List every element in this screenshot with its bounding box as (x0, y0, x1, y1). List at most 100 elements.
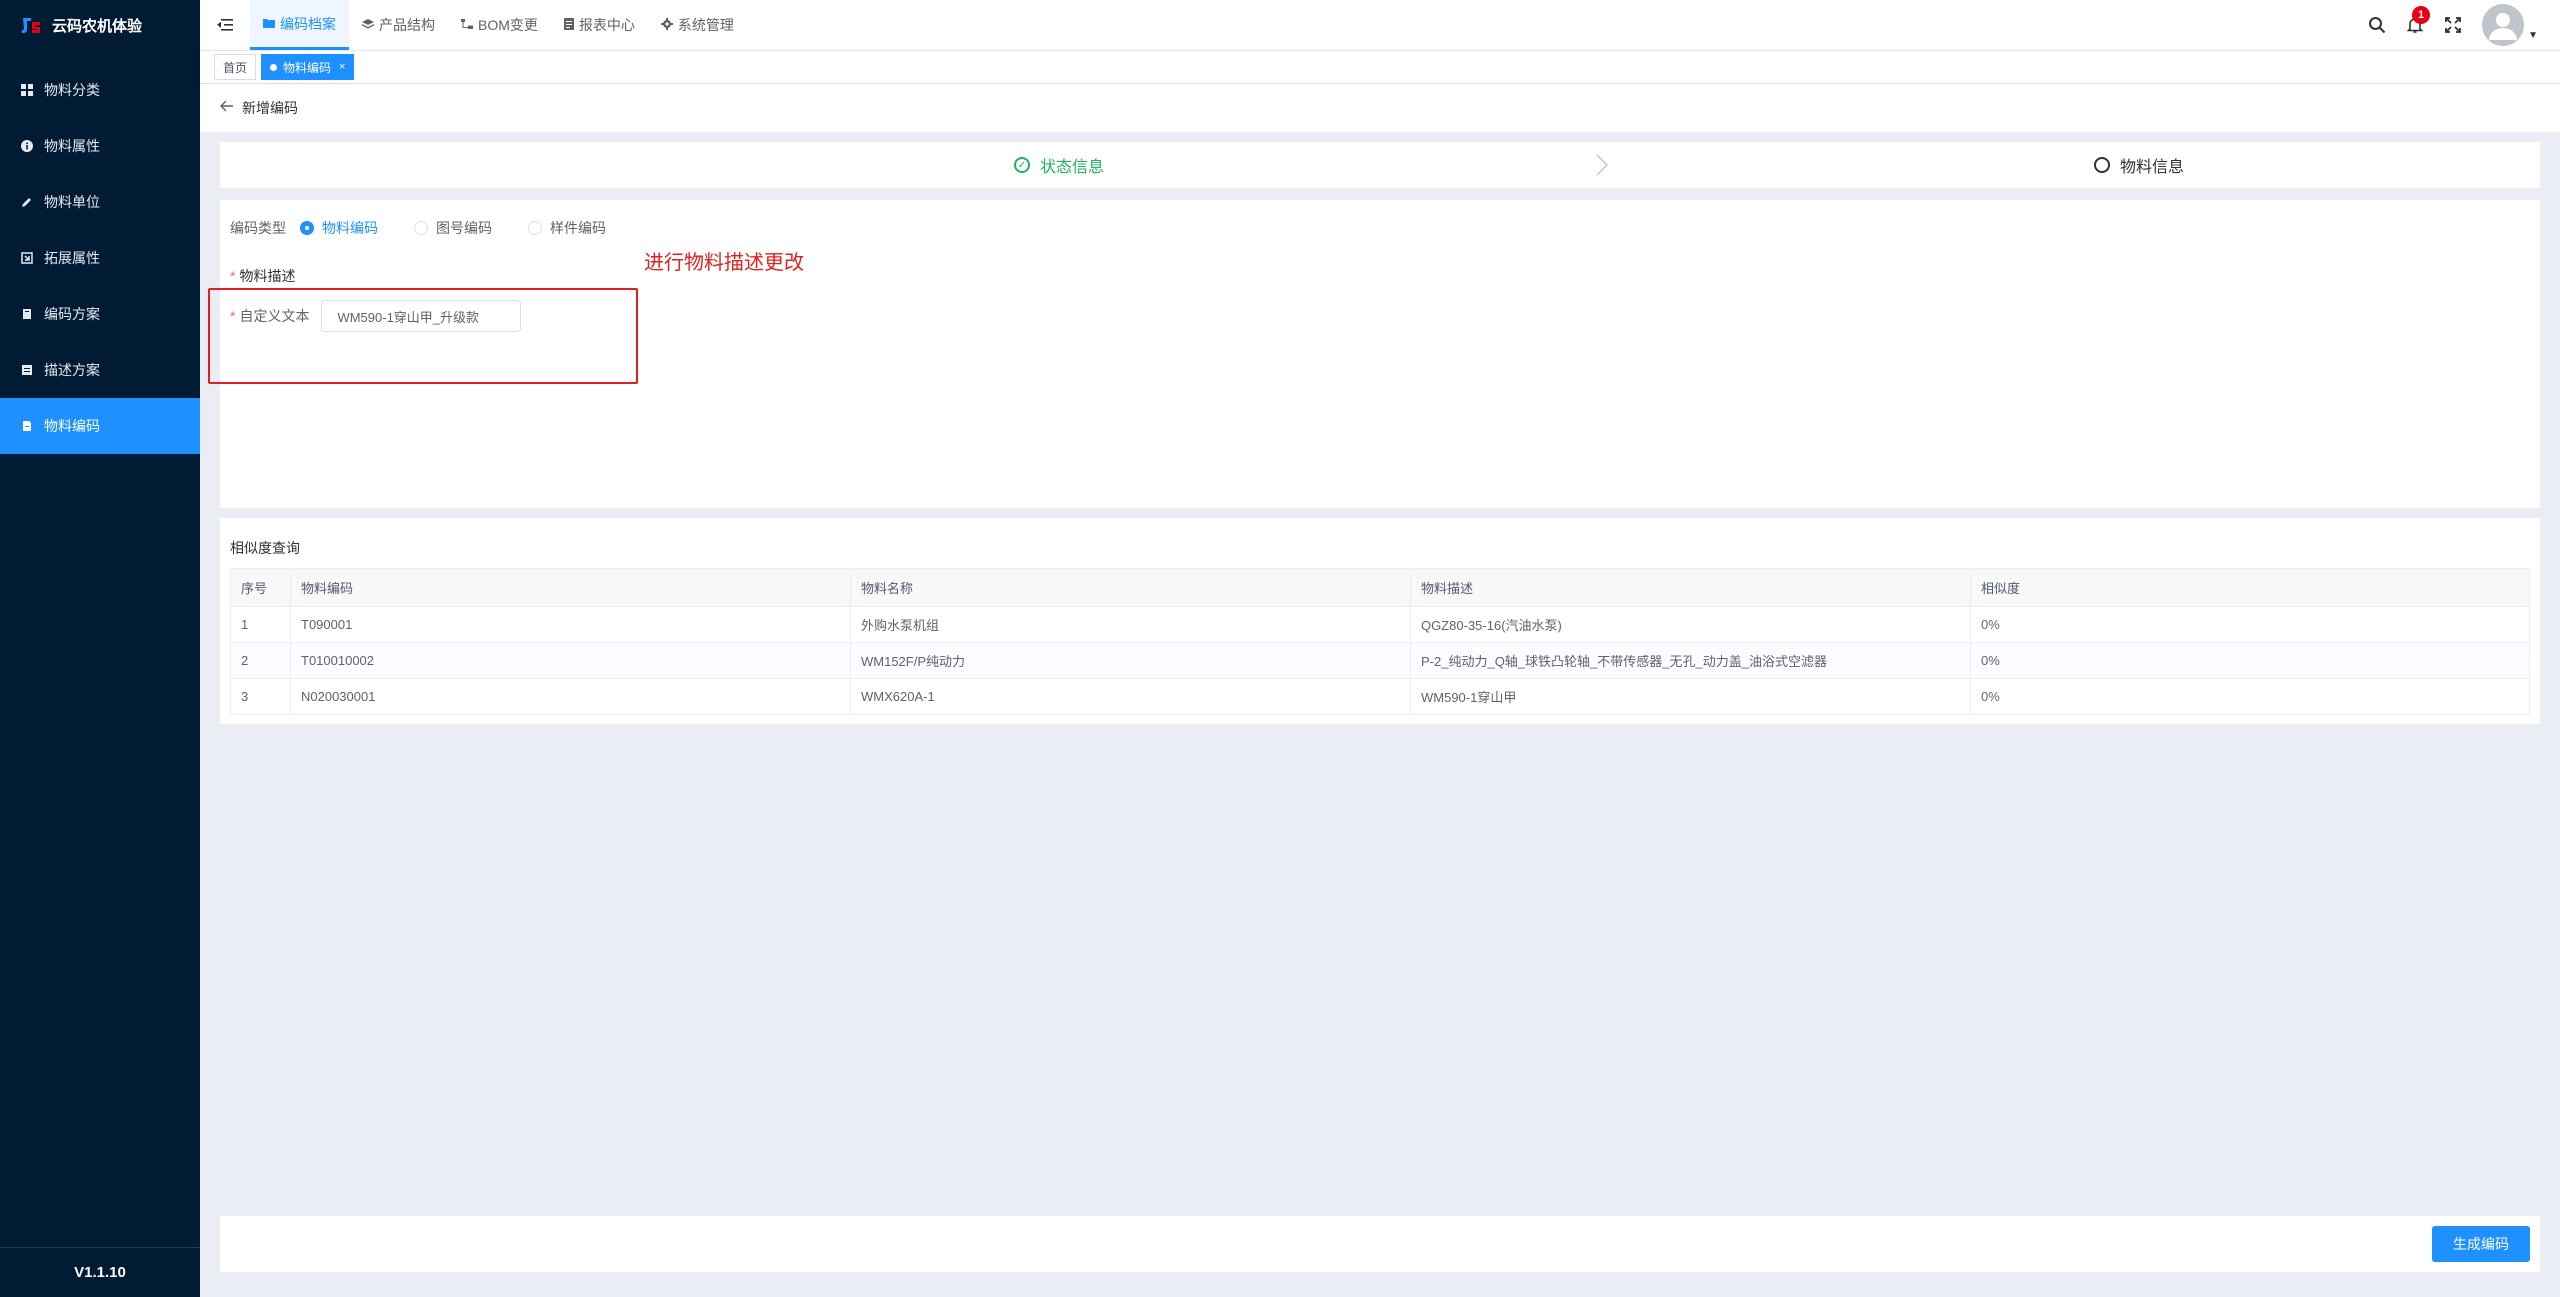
table-cell: 3 (230, 678, 291, 715)
similarity-card: 相似度查询 序号 物料编码 物料名称 物料描述 相似度 1 T090001 外购… (220, 518, 2540, 724)
app-logo[interactable]: 云码农机体验 (0, 0, 200, 50)
fullscreen-icon (2445, 17, 2461, 33)
step-material-info[interactable]: 物料信息 (2094, 142, 2184, 188)
sidebar-item-label: 拓展属性 (44, 250, 100, 266)
layers-icon (362, 18, 374, 32)
table-cell: 2 (230, 642, 291, 679)
top-nav: 编码档案 产品结构 BOM变更 报表中心 系统管理 (250, 0, 747, 50)
tree-icon (461, 18, 473, 32)
generate-code-button[interactable]: 生成编码 (2432, 1226, 2530, 1262)
table-cell: WMX620A-1 (850, 678, 1411, 715)
topnav-product-structure[interactable]: 产品结构 (349, 0, 448, 50)
doc-icon (20, 307, 34, 321)
step-status-info[interactable]: ✓ 状态信息 (1014, 142, 1104, 188)
sidebar-menu: 物料分类 物料属性 物料单位 拓展属性 编码方案 描述方案 物料编码 (0, 62, 200, 454)
close-icon[interactable]: × (339, 61, 345, 73)
topnav-label: 系统管理 (677, 17, 734, 33)
sidebar-item-material-unit[interactable]: 物料单位 (0, 174, 200, 230)
notification-button[interactable]: 1 (2396, 0, 2434, 50)
table-cell: T090001 (290, 606, 851, 643)
sidebar: 云码农机体验 物料分类 物料属性 物料单位 拓展属性 编码方案 描述方案 物料编… (0, 0, 200, 1297)
column-header: 序号 (230, 568, 291, 607)
avatar[interactable] (2482, 4, 2525, 46)
table-row[interactable]: 3 N020030001 WMX620A-1 WM590-1穿山甲 0% (230, 678, 2530, 715)
fullscreen-button[interactable] (2434, 0, 2472, 50)
folder-icon (263, 17, 275, 31)
annotation-text: 进行物料描述更改 (644, 252, 804, 274)
topnav-report-center[interactable]: 报表中心 (551, 0, 648, 50)
radio-sample-code[interactable]: 样件编码 (528, 218, 606, 238)
topnav-coding-archive[interactable]: 编码档案 (250, 0, 349, 50)
sidebar-item-description-scheme[interactable]: 描述方案 (0, 342, 200, 398)
search-button[interactable] (2358, 0, 2396, 50)
table-row[interactable]: 1 T090001 外购水泵机组 QGZ80-35-16(汽油水泵) 0% (230, 606, 2530, 643)
chevron-right-icon (1596, 154, 1608, 176)
radio-circle (414, 221, 428, 235)
table-cell: 外购水泵机组 (850, 606, 1411, 643)
report-icon (563, 17, 574, 33)
annotation-box (208, 288, 638, 384)
radio-circle (528, 221, 542, 235)
active-dot-icon (270, 63, 278, 71)
sidebar-item-material-attribute[interactable]: 物料属性 (0, 118, 200, 174)
steps: ✓ 状态信息 物料信息 (220, 142, 2540, 188)
table-cell: N020030001 (290, 678, 851, 715)
back-arrow-icon[interactable] (220, 99, 234, 117)
sidebar-item-material-category[interactable]: 物料分类 (0, 62, 200, 118)
sidebar-item-material-code[interactable]: 物料编码 (0, 398, 200, 454)
topnav-label: 产品结构 (379, 17, 435, 33)
topnav-system-management[interactable]: 系统管理 (648, 0, 747, 50)
sidebar-item-label: 物料分类 (44, 82, 100, 98)
topnav-label: 编码档案 (280, 15, 336, 32)
version-label: V1.1.10 (0, 1247, 200, 1297)
required-mark: * (230, 268, 236, 284)
tag-material-code[interactable]: 物料编码 × (261, 54, 355, 80)
similarity-title: 相似度查询 (230, 540, 300, 556)
table-cell: 0% (1970, 678, 2530, 715)
page-title: 新增编码 (242, 100, 298, 116)
header-actions: 1 ▼ (2358, 0, 2560, 50)
collapse-sidebar-button[interactable] (200, 0, 250, 50)
radio-label: 物料编码 (322, 220, 378, 236)
topnav-label: BOM变更 (478, 17, 538, 33)
footer-bar: 生成编码 (220, 1216, 2540, 1272)
similarity-table: 序号 物料编码 物料名称 物料描述 相似度 1 T090001 外购水泵机组 Q… (230, 568, 2530, 715)
tag-home[interactable]: 首页 (214, 54, 257, 80)
radio-drawing-code[interactable]: 图号编码 (414, 218, 492, 238)
tag-label: 首页 (223, 60, 248, 75)
search-icon (2369, 17, 2386, 34)
table-cell: P-2_纯动力_Q轴_球铁凸轮轴_不带传感器_无孔_动力盖_油浴式空滤器 (1410, 642, 1971, 679)
table-header-row: 序号 物料编码 物料名称 物料描述 相似度 (230, 568, 2530, 607)
sidebar-item-extended-attribute[interactable]: 拓展属性 (0, 230, 200, 286)
tag-label: 物料编码 (283, 60, 332, 75)
list-icon (20, 363, 34, 377)
page-header: 新增编码 (200, 84, 2560, 132)
sidebar-item-label: 编码方案 (44, 306, 100, 322)
code-type-label: 编码类型 (230, 220, 286, 236)
table-cell: WM590-1穿山甲 (1410, 678, 1971, 715)
notification-badge: 1 (2412, 6, 2431, 24)
expand-icon (20, 251, 34, 265)
gear-icon (660, 17, 673, 33)
radio-material-code[interactable]: 物料编码 (300, 218, 378, 238)
radio-circle (300, 221, 314, 235)
step-label: 物料信息 (2120, 159, 2185, 176)
table-cell: WM152F/P纯动力 (850, 642, 1411, 679)
topnav-label: 报表中心 (578, 17, 635, 33)
sidebar-item-label: 物料属性 (44, 138, 100, 154)
material-desc-text: 物料描述 (239, 268, 296, 284)
chevron-down-icon[interactable]: ▼ (2528, 10, 2538, 41)
top-header: 编码档案 产品结构 BOM变更 报表中心 系统管理 1 ▼ (200, 0, 2560, 50)
topnav-bom-change[interactable]: BOM变更 (448, 0, 551, 50)
radio-label: 图号编码 (436, 220, 492, 236)
column-header: 相似度 (1970, 568, 2530, 607)
code-type-row: 编码类型 物料编码 图号编码 样件编码 (230, 218, 628, 238)
circle-icon (2094, 157, 2110, 173)
sidebar-item-label: 物料编码 (44, 418, 100, 434)
table-row[interactable]: 2 T010010002 WM152F/P纯动力 P-2_纯动力_Q轴_球铁凸轮… (230, 642, 2530, 679)
sidebar-item-label: 描述方案 (44, 362, 100, 378)
logo-icon (20, 14, 42, 36)
table-cell: T010010002 (290, 642, 851, 679)
sidebar-item-coding-scheme[interactable]: 编码方案 (0, 286, 200, 342)
column-header: 物料名称 (850, 568, 1411, 607)
